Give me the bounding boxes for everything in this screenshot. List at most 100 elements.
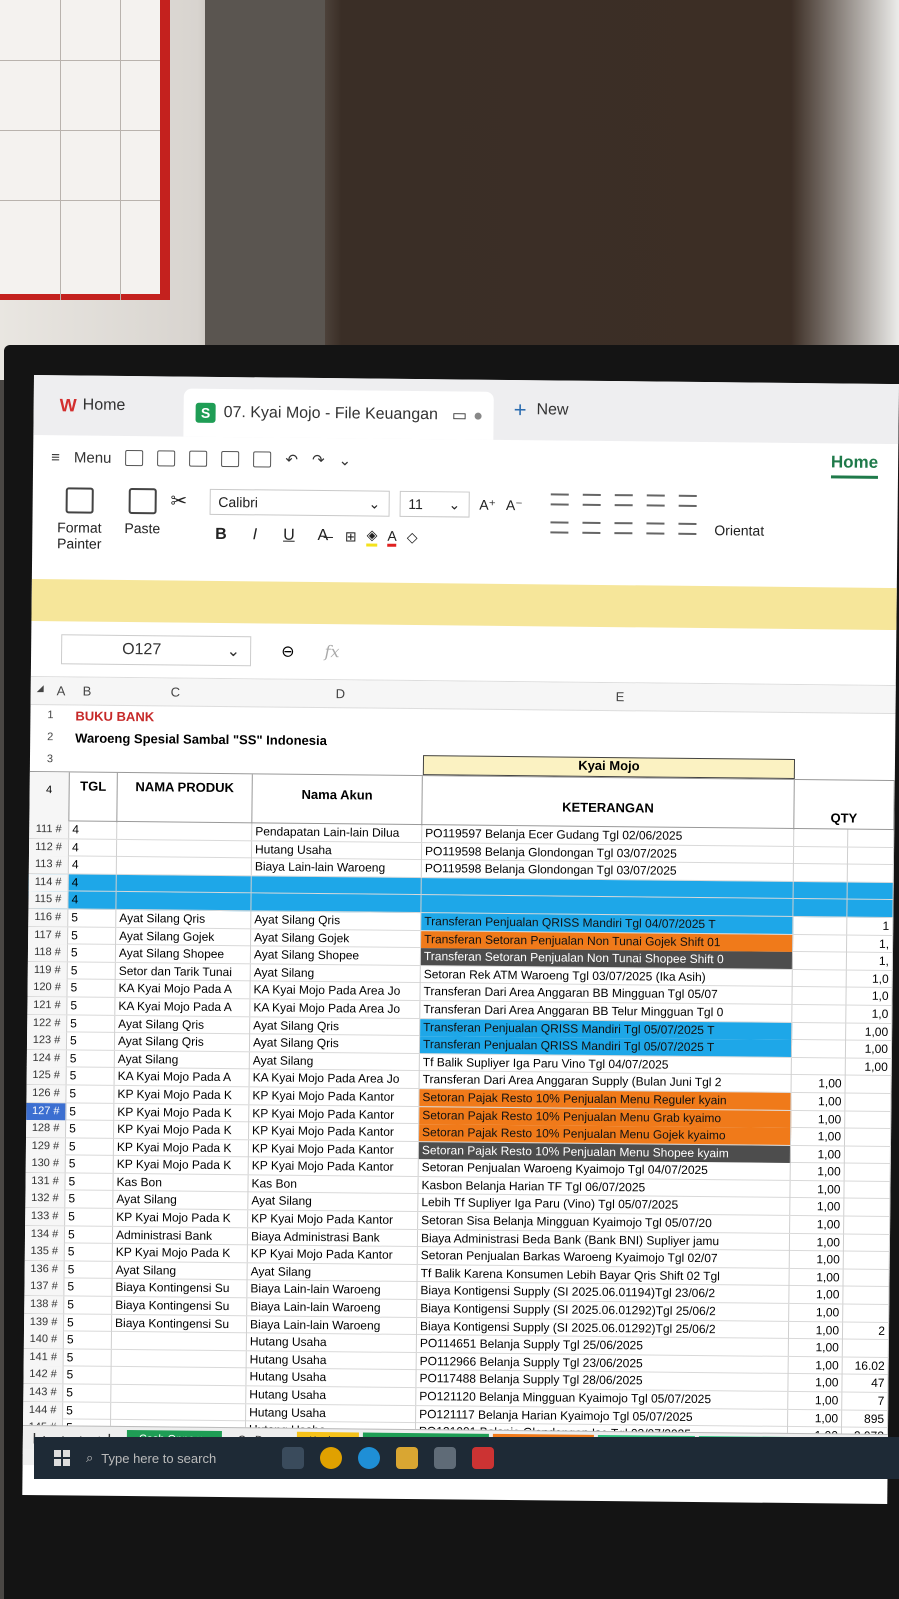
cell-qty[interactable]: 1,00	[790, 1198, 845, 1216]
cell-tgl[interactable]: 5	[68, 926, 117, 945]
cell-qty[interactable]: 1,00	[791, 1110, 846, 1129]
col-e-header[interactable]: E	[616, 689, 625, 704]
cell-nama-akun[interactable]: Ayat Silang Qris	[251, 911, 422, 931]
cell-nama-akun[interactable]: KP Kyai Mojo Pada Kantor	[248, 1157, 419, 1177]
cell-tgl[interactable]: 5	[63, 1401, 112, 1420]
cell-value[interactable]	[848, 829, 895, 848]
row-number[interactable]: 121 #	[27, 996, 68, 1015]
indent-decrease-icon[interactable]	[646, 494, 665, 507]
font-color-icon[interactable]: A	[387, 527, 397, 547]
cell-nama-produk[interactable]: Ayat Silang	[112, 1261, 248, 1281]
font-size-select[interactable]: 11 ⌄	[399, 490, 470, 518]
cell-tgl[interactable]: 4	[68, 891, 117, 910]
cell-qty[interactable]: 1,00	[789, 1233, 845, 1252]
zoom-icon[interactable]: ⊖	[281, 641, 295, 661]
cell-value[interactable]: 895	[842, 1410, 889, 1428]
row-number[interactable]: 139 #	[23, 1313, 65, 1331]
col-a-header[interactable]: A	[57, 683, 66, 698]
row-number[interactable]: 125 #	[26, 1067, 67, 1085]
cell-nama-akun[interactable]: Ayat Silang Gojek	[251, 928, 422, 948]
cell-nama-produk[interactable]	[116, 892, 252, 911]
align-left-icon[interactable]	[550, 521, 569, 534]
cell-value[interactable]: 47	[842, 1374, 889, 1393]
cell-nama-akun[interactable]: Biaya Lain-lain Waroeng	[246, 1315, 418, 1335]
cell-qty[interactable]: 1,00	[788, 1339, 843, 1357]
cell-nama-akun[interactable]: KA Kyai Mojo Pada Area Jo	[250, 999, 421, 1019]
header-nama-produk[interactable]: NAMA PRODUK	[117, 772, 253, 825]
row-number[interactable]: 128 #	[26, 1120, 67, 1138]
cell-qty[interactable]	[792, 952, 847, 970]
cell-value[interactable]	[844, 1199, 891, 1217]
row-number[interactable]: 122 #	[27, 1014, 68, 1032]
font-family-select[interactable]: Calibri ⌄	[209, 488, 390, 517]
cell-qty[interactable]: 1,00	[788, 1321, 844, 1340]
cell-tgl[interactable]: 5	[63, 1366, 112, 1385]
row-number[interactable]: 116 #	[28, 908, 69, 927]
cell-nama-produk[interactable]: Biaya Kontingensi Su	[112, 1279, 248, 1298]
fx-icon[interactable]: fx	[324, 642, 339, 661]
strikethrough-button[interactable]: A̶	[311, 527, 335, 545]
row-number[interactable]: 119 #	[27, 961, 68, 980]
cell-nama-produk[interactable]: Setor dan Tarik Tunai	[115, 962, 251, 982]
cell-tgl[interactable]: 4	[68, 874, 117, 892]
cell-nama-akun[interactable]: Hutang Usaha	[251, 840, 423, 860]
cell-nama-produk[interactable]: Ayat Silang	[113, 1191, 249, 1210]
export-icon[interactable]	[189, 450, 208, 467]
row-number[interactable]: 132 #	[25, 1190, 66, 1208]
col-b-header[interactable]: B	[83, 684, 92, 699]
cell-nama-akun[interactable]: Pendapatan Lain-lain Dilua	[252, 823, 423, 843]
cell-qty[interactable]	[793, 864, 848, 882]
cell-tgl[interactable]: 5	[65, 1208, 114, 1226]
format-painter-button[interactable]: Format Painter	[44, 487, 115, 552]
cell-qty[interactable]: 1,00	[789, 1251, 844, 1269]
cell-nama-akun[interactable]: KA Kyai Mojo Pada Area Jo	[249, 1069, 420, 1089]
cell-nama-produk[interactable]: KP Kyai Mojo Pada K	[113, 1156, 249, 1175]
cell-tgl[interactable]: 5	[64, 1243, 113, 1262]
cell-tgl[interactable]: 5	[65, 1138, 115, 1156]
cell-nama-akun[interactable]: Biaya Lain-lain Waroeng	[247, 1298, 418, 1318]
distributed-icon[interactable]	[678, 522, 697, 535]
cell-value[interactable]: 2	[842, 1322, 890, 1340]
row-number[interactable]: 126 #	[26, 1084, 67, 1103]
header-keterangan[interactable]: KETERANGAN	[422, 776, 795, 830]
row-number[interactable]: 117 #	[28, 926, 69, 944]
row-number[interactable]: 137 #	[24, 1278, 65, 1296]
cell-value[interactable]	[847, 847, 895, 865]
cell-value[interactable]	[847, 899, 894, 918]
cell-nama-produk[interactable]: Ayat Silang Qris	[116, 909, 252, 929]
cell-qty[interactable]: 1,00	[790, 1216, 845, 1234]
cell-nama-akun[interactable]: Ayat Silang	[249, 1052, 420, 1071]
redo-icon[interactable]: ↷	[312, 451, 325, 469]
cell-qty[interactable]: 1,00	[791, 1075, 846, 1093]
header-nama-akun[interactable]: Nama Akun	[252, 774, 423, 827]
cell-nama-akun[interactable]: Hutang Usaha	[246, 1386, 417, 1406]
cell-nama-akun[interactable]: Biaya Administrasi Bank	[247, 1227, 419, 1247]
cell-nama-produk[interactable]: KA Kyai Mojo Pada A	[115, 997, 251, 1017]
justify-icon[interactable]	[646, 522, 665, 535]
cell-qty[interactable]: 1,00	[789, 1286, 844, 1304]
undo-icon[interactable]: ↶	[285, 451, 298, 469]
cell-nama-akun[interactable]: Hutang Usaha	[246, 1351, 417, 1370]
align-center-icon[interactable]	[582, 521, 601, 534]
cell-nama-akun[interactable]: Hutang Usaha	[246, 1368, 417, 1388]
cell-value[interactable]	[843, 1251, 890, 1270]
row-number[interactable]: 141 #	[23, 1348, 64, 1367]
decrease-font-icon[interactable]: A⁻	[506, 496, 523, 513]
cell-value[interactable]	[843, 1304, 890, 1323]
row-number[interactable]: 130 #	[25, 1155, 66, 1173]
name-box[interactable]: O127 ⌄	[60, 633, 252, 666]
cell-qty[interactable]: 1,00	[790, 1163, 845, 1181]
align-bottom-icon[interactable]	[614, 494, 633, 507]
bold-button[interactable]: B	[209, 526, 233, 544]
cell-nama-akun[interactable]: KP Kyai Mojo Pada Kantor	[248, 1139, 419, 1159]
cell-tgl[interactable]: 5	[67, 962, 116, 980]
row-number[interactable]: 144 #	[23, 1401, 64, 1419]
cell-nama-produk[interactable]: KP Kyai Mojo Pada K	[114, 1103, 250, 1122]
cell-value[interactable]	[844, 1181, 891, 1199]
ribbon-tab-home[interactable]: Home	[830, 452, 879, 479]
increase-font-icon[interactable]: A⁺	[479, 496, 496, 513]
cell-tgl[interactable]: 5	[64, 1226, 114, 1244]
cell-tgl[interactable]: 5	[63, 1313, 113, 1332]
cell-value[interactable]: 1,	[846, 952, 893, 971]
cell-value[interactable]	[847, 882, 894, 900]
